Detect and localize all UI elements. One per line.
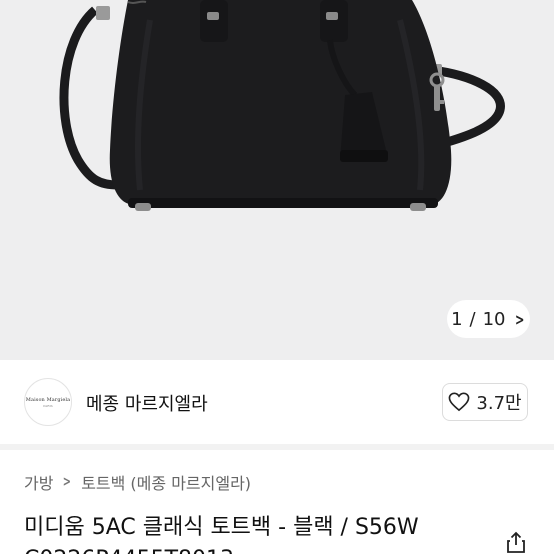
seller-name[interactable]: 메종 마르지엘라 [86,390,208,416]
product-image-gallery[interactable]: 1 / 10 > [0,0,554,360]
brand-logo-sub: PARIS [43,403,53,408]
breadcrumb-item-bags[interactable]: 가방 [24,470,53,494]
chevron-right-icon[interactable]: > [515,310,524,329]
like-button[interactable]: 3.7만 [442,383,528,421]
image-counter-total: 10 [482,308,506,330]
chevron-right-icon: > [63,474,72,490]
share-icon[interactable] [504,530,528,554]
breadcrumb: 가방 > 토트백 (메종 마르지엘라) [24,470,251,494]
heart-icon [449,392,470,412]
image-counter-separator: / [469,308,476,330]
image-counter-current: 1 [451,308,463,330]
seller-row[interactable]: Maison Margiela PARIS 메종 마르지엘라 3.7만 [0,360,554,444]
product-title-code: C0226P4455T8013 [24,544,234,554]
image-counter[interactable]: 1 / 10 > [447,300,530,338]
product-title: 미디움 5AC 클래식 토트백 - 블랙 / S56W [24,515,419,540]
section-divider [0,444,554,450]
breadcrumb-item-tote[interactable]: 토트백 (메종 마르지엘라) [81,470,251,494]
brand-logo-text: Maison Margiela [25,396,71,403]
like-count: 3.7만 [476,393,522,414]
seller-avatar[interactable]: Maison Margiela PARIS [24,378,72,426]
